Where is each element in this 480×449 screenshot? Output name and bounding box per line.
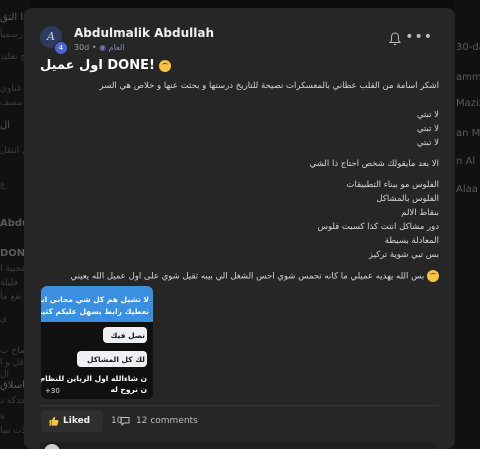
post-title-text: اول عميل DONE! bbox=[40, 58, 155, 73]
like-label: Liked bbox=[63, 416, 91, 426]
attachment-text: تصل فيك bbox=[110, 331, 145, 340]
post-line-text: بس الله يهديه عميلي ما كانه تحمس شوي احس… bbox=[70, 271, 425, 282]
bell-icon[interactable] bbox=[389, 32, 401, 46]
current-user-avatar bbox=[44, 444, 60, 449]
attachment-text: لا تشيل هم كل شي مجاني ابدا تجربة bbox=[41, 295, 149, 304]
post-line: المعادلة بسيطة bbox=[384, 236, 439, 246]
attachment-image[interactable]: لا تشيل هم كل شي مجاني ابدا تجربة نعطيك … bbox=[41, 286, 153, 399]
post-title: اول عميل DONE! bbox=[40, 58, 171, 73]
like-button[interactable]: Liked bbox=[41, 410, 103, 432]
post-line: بس تبي شوية تركيز bbox=[368, 250, 439, 260]
level-badge: 4 bbox=[54, 41, 68, 55]
post-line: دور مشاكل انتت كذا كسبت فلوس bbox=[317, 222, 439, 232]
post-line: بس الله يهديه عميلي ما كانه تحمس شوي احس… bbox=[40, 270, 439, 282]
post-line: لا تبتي bbox=[416, 124, 439, 134]
comment-icon bbox=[120, 417, 130, 426]
comments-link[interactable]: 12 comments bbox=[120, 416, 198, 426]
attachment-text: ن نروح له bbox=[110, 385, 147, 394]
post-modal: A 4 Abdulmalik Abdullah 30d • ◉ العام ••… bbox=[24, 8, 455, 449]
more-options-icon[interactable]: ••• bbox=[405, 30, 433, 44]
post-header: A 4 Abdulmalik Abdullah 30d • ◉ العام ••… bbox=[40, 26, 439, 58]
attachment-text: ن شاءالله اول الزباين للنظام هذا bbox=[41, 374, 147, 383]
smiley-emoji-icon bbox=[158, 59, 171, 72]
attachment-text: نعطيك رابط يسهل عليكم كثير ان شا bbox=[41, 307, 149, 316]
divider bbox=[40, 405, 439, 406]
post-time: 30d bbox=[74, 43, 90, 52]
comment-input[interactable] bbox=[40, 442, 435, 449]
post-meta: 30d • ◉ العام bbox=[74, 43, 125, 52]
category-icon: ◉ bbox=[99, 43, 107, 52]
comments-count: 12 comments bbox=[136, 416, 198, 426]
post-line: اشكر اسامة من القلب عطاني بالمعسكرات نصي… bbox=[99, 81, 439, 91]
category-tag[interactable]: العام bbox=[109, 43, 125, 52]
meta-separator: • bbox=[91, 43, 97, 52]
attachment-text: لك كل المشاكل bbox=[87, 355, 145, 364]
post-line: لا تبتي bbox=[416, 110, 439, 120]
smiley-emoji-icon bbox=[427, 270, 439, 282]
author-name[interactable]: Abdulmalik Abdullah bbox=[74, 26, 214, 40]
post-line: لا تبتي bbox=[416, 138, 439, 148]
thumbs-up-icon bbox=[49, 416, 59, 426]
post-line: الفلوس مو ببناء التطبيقات bbox=[346, 180, 439, 190]
post-line: بنقاط الالم bbox=[401, 208, 439, 218]
attachment-badge: +30 bbox=[45, 387, 60, 395]
post-line: الا بعد مايقولك شخص احتاج ذا الشي bbox=[309, 159, 439, 169]
post-line: الفلوس بالمشاكل bbox=[376, 194, 439, 204]
attachment-header-band bbox=[41, 286, 153, 322]
